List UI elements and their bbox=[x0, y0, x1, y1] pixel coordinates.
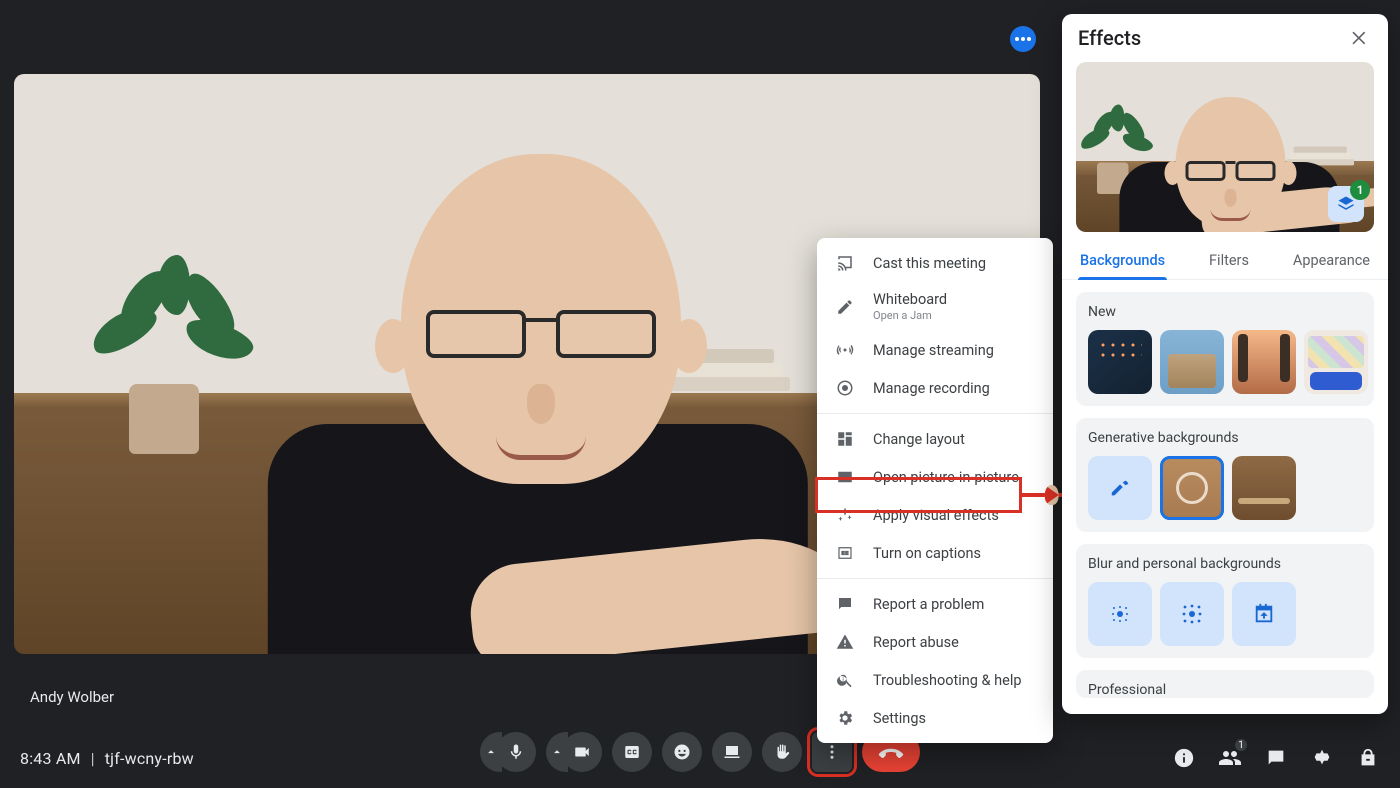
host-controls-button[interactable] bbox=[1356, 746, 1380, 770]
menu-label: Apply visual effects bbox=[873, 507, 999, 524]
menu-label: Cast this meeting bbox=[873, 255, 986, 272]
pip-icon bbox=[835, 467, 855, 487]
section-title: Generative backgrounds bbox=[1088, 430, 1362, 446]
chat-panel-button[interactable] bbox=[1264, 746, 1288, 770]
right-panel-icons: 1 bbox=[1172, 746, 1380, 770]
menu-apply-visual-effects[interactable]: Apply visual effects bbox=[817, 496, 1053, 534]
menu-change-layout[interactable]: Change layout bbox=[817, 420, 1053, 458]
effects-content: New Generative backgrounds Blur and pers… bbox=[1062, 280, 1388, 714]
record-icon bbox=[835, 378, 855, 398]
blur-button[interactable] bbox=[1160, 582, 1224, 646]
menu-divider bbox=[817, 578, 1053, 579]
menu-manage-streaming[interactable]: Manage streaming bbox=[817, 331, 1053, 369]
menu-label: Whiteboard bbox=[873, 291, 947, 308]
menu-report-abuse[interactable]: Report abuse bbox=[817, 623, 1053, 661]
menu-label: Open picture-in-picture bbox=[873, 469, 1019, 486]
gear-icon bbox=[835, 708, 855, 728]
background-thumb-selected[interactable] bbox=[1160, 456, 1224, 520]
tab-filters[interactable]: Filters bbox=[1207, 244, 1251, 279]
section-title: Professional bbox=[1088, 682, 1362, 698]
menu-pip[interactable]: Open picture-in-picture bbox=[817, 458, 1053, 496]
menu-label: Turn on captions bbox=[873, 545, 981, 562]
menu-troubleshooting[interactable]: Troubleshooting & help bbox=[817, 661, 1053, 699]
meta-separator: | bbox=[91, 749, 95, 768]
camera-toggle-button[interactable] bbox=[562, 732, 602, 772]
present-screen-button[interactable] bbox=[712, 732, 752, 772]
menu-report-problem[interactable]: Report a problem bbox=[817, 585, 1053, 623]
menu-turn-on-captions[interactable]: Turn on captions bbox=[817, 534, 1053, 572]
section-blur-personal: Blur and personal backgrounds bbox=[1076, 544, 1374, 658]
meeting-details-button[interactable] bbox=[1172, 746, 1196, 770]
menu-settings[interactable]: Settings bbox=[817, 699, 1053, 737]
section-professional: Professional bbox=[1076, 670, 1374, 698]
menu-label: Change layout bbox=[873, 431, 965, 448]
applied-effects-button[interactable]: 1 bbox=[1328, 186, 1364, 222]
stream-icon bbox=[835, 340, 855, 360]
mic-toggle-button[interactable] bbox=[496, 732, 536, 772]
section-new-backgrounds: New bbox=[1076, 292, 1374, 406]
layout-icon bbox=[835, 429, 855, 449]
captions-toggle-button[interactable] bbox=[612, 732, 652, 772]
self-view-options-button[interactable] bbox=[1010, 26, 1036, 52]
section-title: New bbox=[1088, 304, 1362, 320]
menu-label: Troubleshooting & help bbox=[873, 672, 1022, 689]
reactions-button[interactable] bbox=[662, 732, 702, 772]
menu-divider bbox=[817, 413, 1053, 414]
menu-label: Settings bbox=[873, 710, 926, 727]
background-thumb[interactable] bbox=[1160, 330, 1224, 394]
menu-manage-recording[interactable]: Manage recording bbox=[817, 369, 1053, 407]
background-thumb[interactable] bbox=[1232, 330, 1296, 394]
generate-background-button[interactable] bbox=[1088, 456, 1152, 520]
tab-appearance[interactable]: Appearance bbox=[1291, 244, 1372, 279]
effects-panel-title: Effects bbox=[1078, 26, 1141, 50]
slight-blur-button[interactable] bbox=[1088, 582, 1152, 646]
menu-sub: Open a Jam bbox=[873, 309, 947, 322]
pencil-icon bbox=[835, 297, 855, 317]
sparkle-icon bbox=[835, 505, 855, 525]
participant-name-label: Andy Wolber bbox=[30, 688, 114, 706]
menu-label: Manage streaming bbox=[873, 342, 994, 359]
raise-hand-button[interactable] bbox=[762, 732, 802, 772]
menu-whiteboard[interactable]: WhiteboardOpen a Jam bbox=[817, 282, 1053, 331]
menu-cast-meeting[interactable]: Cast this meeting bbox=[817, 244, 1053, 282]
people-count-badge: 1 bbox=[1234, 738, 1248, 752]
effects-tabs: Backgrounds Filters Appearance bbox=[1062, 232, 1388, 280]
meeting-code-label: tjf-wcny-rbw bbox=[105, 749, 194, 768]
applied-effects-count: 1 bbox=[1350, 180, 1370, 200]
background-thumb[interactable] bbox=[1304, 330, 1368, 394]
abuse-icon bbox=[835, 632, 855, 652]
bottom-bar: 8:43 AM | tjf-wcny-rbw 1 bbox=[0, 728, 1400, 788]
background-thumb[interactable] bbox=[1088, 330, 1152, 394]
menu-label: Report abuse bbox=[873, 634, 959, 651]
close-icon[interactable] bbox=[1348, 26, 1372, 50]
help-icon bbox=[835, 670, 855, 690]
clock-label: 8:43 AM bbox=[20, 749, 81, 768]
tab-backgrounds[interactable]: Backgrounds bbox=[1078, 244, 1167, 279]
section-generative-backgrounds: Generative backgrounds bbox=[1076, 418, 1374, 532]
menu-label: Manage recording bbox=[873, 380, 990, 397]
people-panel-button[interactable]: 1 bbox=[1218, 746, 1242, 770]
overflow-menu: Cast this meeting WhiteboardOpen a Jam M… bbox=[817, 238, 1053, 743]
feedback-icon bbox=[835, 594, 855, 614]
section-title: Blur and personal backgrounds bbox=[1088, 556, 1362, 572]
effects-preview: 1 bbox=[1076, 62, 1374, 232]
meet-window: Andy Wolber 8:43 AM | tjf-wcny-rbw bbox=[0, 0, 1400, 788]
background-thumb[interactable] bbox=[1232, 456, 1296, 520]
cc-icon bbox=[835, 543, 855, 563]
cast-icon bbox=[835, 253, 855, 273]
upload-background-button[interactable] bbox=[1232, 582, 1296, 646]
activities-panel-button[interactable] bbox=[1310, 746, 1334, 770]
menu-label: Report a problem bbox=[873, 596, 984, 613]
meeting-meta: 8:43 AM | tjf-wcny-rbw bbox=[20, 749, 194, 768]
effects-panel: Effects 1 Backgrounds Filters Appearance bbox=[1062, 14, 1388, 714]
